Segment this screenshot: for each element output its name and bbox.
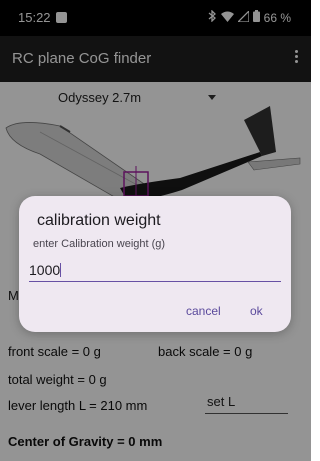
input-value: 1000 bbox=[29, 262, 61, 278]
ok-button[interactable]: ok bbox=[250, 304, 263, 318]
cancel-button[interactable]: cancel bbox=[186, 304, 221, 318]
dialog-title: calibration weight bbox=[37, 212, 161, 229]
text-cursor bbox=[60, 263, 62, 277]
calibration-weight-input[interactable]: 1000 bbox=[29, 258, 281, 282]
dialog-message: enter Calibration weight (g) bbox=[33, 238, 166, 250]
calibration-dialog: calibration weight enter Calibration wei… bbox=[19, 196, 291, 332]
